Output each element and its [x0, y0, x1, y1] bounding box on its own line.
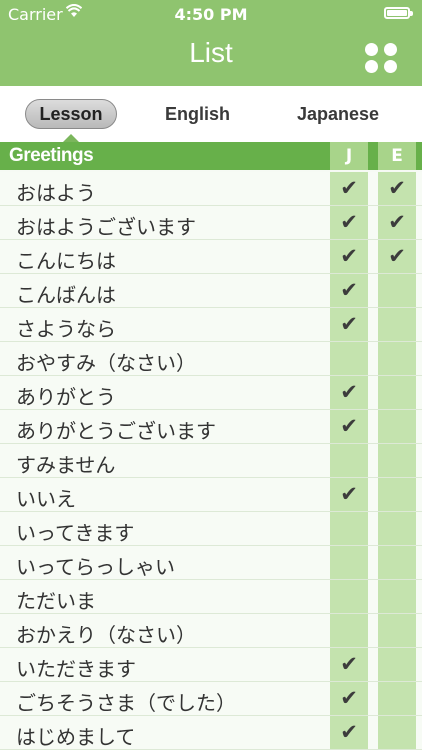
- checkbox-e[interactable]: ✔: [378, 206, 416, 239]
- list-item[interactable]: はじめまして ✔: [0, 716, 422, 750]
- checkbox-j[interactable]: [330, 342, 368, 375]
- checkmark-icon: ✔: [340, 176, 358, 200]
- phrase-text: すみません: [16, 453, 116, 477]
- checkbox-j[interactable]: ✔: [330, 172, 368, 205]
- checkmark-icon: ✔: [340, 210, 358, 234]
- checkbox-j[interactable]: ✔: [330, 410, 368, 443]
- checkmark-icon: ✔: [340, 414, 358, 438]
- checkmark-icon: ✔: [340, 244, 358, 268]
- status-bar: Carrier 4:50 PM: [0, 0, 422, 30]
- checkbox-j[interactable]: ✔: [330, 274, 368, 307]
- list-item[interactable]: すみません: [0, 444, 422, 478]
- checkbox-j[interactable]: ✔: [330, 240, 368, 273]
- checkbox-e[interactable]: [378, 614, 416, 647]
- nav-header: Carrier 4:50 PM List: [0, 0, 422, 86]
- status-time: 4:50 PM: [174, 5, 248, 24]
- checkbox-e[interactable]: [378, 682, 416, 715]
- list-item[interactable]: ありがとう ✔: [0, 376, 422, 410]
- segment-lesson[interactable]: Lesson: [25, 99, 117, 129]
- checkbox-j[interactable]: ✔: [330, 478, 368, 511]
- checkbox-j[interactable]: ✔: [330, 206, 368, 239]
- phrase-text: いってらっしゃい: [16, 555, 175, 579]
- checkmark-icon: ✔: [340, 652, 358, 676]
- phrase-text: ごちそうさま（でした）: [16, 691, 236, 715]
- checkbox-e[interactable]: [378, 580, 416, 613]
- phrase-text: いってきます: [16, 521, 135, 545]
- checkmark-icon: ✔: [340, 278, 358, 302]
- checkbox-j[interactable]: [330, 444, 368, 477]
- phrase-text: はじめまして: [16, 725, 136, 749]
- checkmark-icon: ✔: [340, 686, 358, 710]
- list-item[interactable]: ありがとうございます ✔: [0, 410, 422, 444]
- checkbox-e[interactable]: [378, 478, 416, 511]
- checkbox-e[interactable]: [378, 648, 416, 681]
- phrase-text: おはよう: [16, 181, 96, 205]
- section-title: Greetings: [9, 145, 94, 166]
- checkbox-j[interactable]: ✔: [330, 376, 368, 409]
- checkbox-e[interactable]: [378, 274, 416, 307]
- phrase-text: いただきます: [16, 657, 136, 681]
- list-item[interactable]: ただいま: [0, 580, 422, 614]
- column-header-e: E: [378, 142, 416, 170]
- checkbox-e[interactable]: [378, 546, 416, 579]
- column-header-j: J: [330, 142, 368, 170]
- checkbox-j[interactable]: ✔: [330, 716, 368, 749]
- segment-japanese[interactable]: Japanese: [288, 99, 388, 129]
- phrase-text: おやすみ（なさい）: [16, 351, 196, 375]
- checkbox-j[interactable]: ✔: [330, 682, 368, 715]
- list-item[interactable]: ごちそうさま（でした） ✔: [0, 682, 422, 716]
- phrase-text: ただいま: [16, 589, 96, 613]
- checkbox-j[interactable]: ✔: [330, 648, 368, 681]
- phrase-text: ありがとう: [16, 385, 116, 409]
- list-item[interactable]: おかえり（なさい）: [0, 614, 422, 648]
- checkbox-e[interactable]: [378, 376, 416, 409]
- checkbox-e[interactable]: [378, 512, 416, 545]
- page-title: List: [189, 37, 233, 68]
- checkmark-icon: ✔: [340, 312, 358, 336]
- phrase-text: いいえ: [16, 487, 76, 511]
- list-item[interactable]: こんばんは ✔: [0, 274, 422, 308]
- checkbox-j[interactable]: [330, 614, 368, 647]
- checkbox-e[interactable]: [378, 410, 416, 443]
- list-item[interactable]: おはよう ✔ ✔: [0, 172, 422, 206]
- phrase-text: さようなら: [16, 317, 116, 341]
- checkbox-e[interactable]: ✔: [378, 240, 416, 273]
- checkbox-e[interactable]: ✔: [378, 172, 416, 205]
- checkmark-icon: ✔: [388, 244, 406, 268]
- list-item[interactable]: いってきます: [0, 512, 422, 546]
- list-item[interactable]: さようなら ✔: [0, 308, 422, 342]
- list-item[interactable]: おはようございます ✔ ✔: [0, 206, 422, 240]
- phrase-text: ありがとうございます: [16, 419, 216, 443]
- checkmark-icon: ✔: [340, 720, 358, 744]
- phrase-text: おはようございます: [16, 215, 196, 239]
- phrase-text: おかえり（なさい）: [16, 623, 196, 647]
- list-item[interactable]: こんにちは ✔ ✔: [0, 240, 422, 274]
- checkmark-icon: ✔: [388, 210, 406, 234]
- battery-level: [387, 10, 407, 16]
- grid-dots-icon[interactable]: [362, 40, 400, 74]
- checkbox-j[interactable]: ✔: [330, 308, 368, 341]
- checkbox-e[interactable]: [378, 716, 416, 749]
- checkmark-icon: ✔: [340, 380, 358, 404]
- checkbox-j[interactable]: [330, 546, 368, 579]
- battery-icon: [384, 7, 413, 19]
- checkbox-j[interactable]: [330, 580, 368, 613]
- checkbox-e[interactable]: [378, 308, 416, 341]
- segment-caret: [63, 134, 79, 142]
- phrase-list: おはよう ✔ ✔ おはようございます ✔ ✔ こんにちは ✔ ✔ こんばんは ✔ さようなら ✔ おやすみ…: [0, 172, 422, 750]
- phrase-text: こんにちは: [16, 249, 116, 273]
- checkbox-e[interactable]: [378, 342, 416, 375]
- checkbox-j[interactable]: [330, 512, 368, 545]
- list-item[interactable]: いただきます ✔: [0, 648, 422, 682]
- phrase-text: こんばんは: [16, 283, 116, 307]
- checkbox-e[interactable]: [378, 444, 416, 477]
- list-item[interactable]: いってらっしゃい: [0, 546, 422, 580]
- checkmark-icon: ✔: [388, 176, 406, 200]
- checkmark-icon: ✔: [340, 482, 358, 506]
- segment-english[interactable]: English: [150, 99, 245, 129]
- list-item[interactable]: いいえ ✔: [0, 478, 422, 512]
- section-header: Greetings J E: [0, 142, 422, 170]
- list-item[interactable]: おやすみ（なさい）: [0, 342, 422, 376]
